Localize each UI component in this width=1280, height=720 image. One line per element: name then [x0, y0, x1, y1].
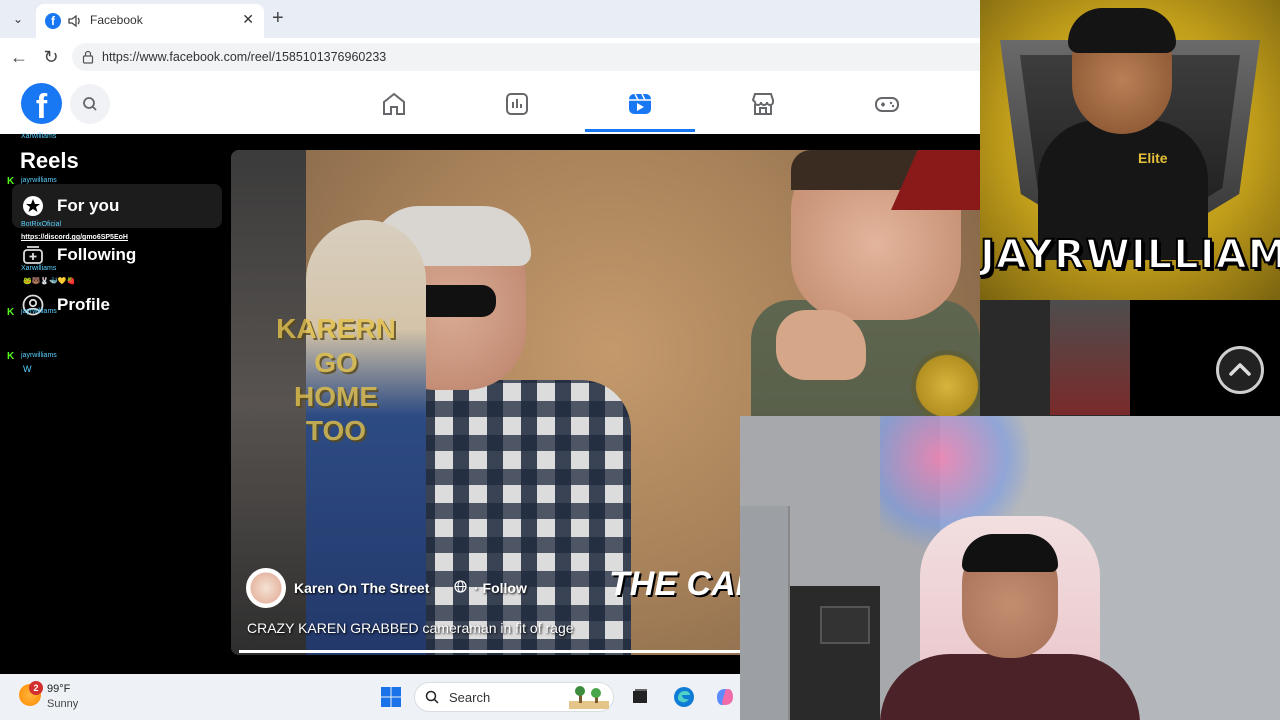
active-tab-indicator [585, 129, 695, 132]
chat-username: BotRixOficial [21, 221, 62, 228]
sidebar-item-label: Profile [57, 295, 110, 314]
reel-caption: CRAZY KAREN GRABBED cameraman in fit of … [247, 620, 574, 636]
previous-reel-button[interactable] [1216, 346, 1264, 394]
webcam-feed [740, 416, 1280, 720]
facebook-search-button[interactable] [70, 84, 110, 124]
marketplace-icon[interactable] [749, 90, 777, 118]
chat-username: Xarwilliams [21, 265, 57, 272]
logo-brand: Elite [1138, 150, 1168, 166]
reels-sidebar: Reels For you Following Profile [0, 134, 230, 674]
following-icon [23, 246, 43, 264]
weather-badge: 2 [29, 681, 43, 695]
tab-close-icon[interactable]: ✕ [242, 11, 254, 28]
chat-message: 🐸🐻🐰🐳💛🍓 [23, 278, 76, 285]
streamer-logo-overlay: Elite JAYRWILLIAMS [980, 0, 1280, 300]
video-sheriff-badge [911, 350, 980, 422]
refresh-icon[interactable]: ↻ [40, 47, 62, 68]
kick-icon: K [7, 351, 15, 362]
chat-message: https://discord.gg/gmo6SP5EoH [21, 234, 128, 241]
webcam-person-hair [962, 534, 1058, 572]
next-reel-thumbnail[interactable] [1050, 300, 1130, 415]
facebook-logo[interactable]: f [21, 83, 62, 126]
browser-toolbar: ← ↻ https://www.facebook.com/reel/158510… [0, 38, 992, 76]
site-info-icon[interactable] [82, 50, 94, 64]
new-tab-icon[interactable]: + [272, 7, 284, 30]
author-name[interactable]: Karen On The Street [294, 580, 429, 596]
follow-button[interactable]: · Follow [474, 580, 527, 596]
sidebar-item-label: Following [57, 245, 137, 264]
taskbar-search[interactable]: Search [414, 682, 614, 712]
chat-username: jayrwilliams [21, 352, 57, 359]
home-icon[interactable] [380, 90, 408, 118]
reels-title: Reels [20, 148, 79, 173]
facebook-header: f [0, 76, 980, 134]
tab-list-dropdown-icon[interactable]: ⌄ [8, 9, 28, 29]
sidebar-item-profile[interactable]: Profile [12, 283, 222, 327]
video-overlay-text: KARERN GO HOME TOO [276, 313, 396, 446]
search-icon [83, 97, 97, 111]
video-hand [776, 310, 866, 380]
sidebar-item-label: For you [57, 196, 120, 215]
video-progress-fill [239, 650, 743, 653]
kick-icon: K [7, 176, 15, 187]
logo-avatar-hair [1068, 8, 1176, 53]
windows-taskbar: 2 99°F Sunny Search [0, 674, 740, 720]
search-highlight-icon [569, 686, 609, 709]
chat-username: jayrwilliams [21, 177, 57, 184]
copilot-icon[interactable] [713, 685, 737, 709]
kick-icon: K [7, 307, 15, 318]
gaming-icon[interactable] [873, 90, 901, 118]
pages-icon[interactable] [503, 90, 531, 118]
chat-username: jayrwilliams [21, 308, 57, 315]
taskbar-search-label: Search [449, 690, 491, 705]
chat-message: W [23, 364, 32, 374]
tab-facebook[interactable]: f Facebook ✕ [36, 4, 264, 38]
author-avatar[interactable] [246, 568, 286, 608]
reels-icon[interactable] [626, 90, 654, 118]
globe-icon [454, 580, 467, 593]
webcam-picture-frame [820, 606, 870, 644]
weather-temperature[interactable]: 99°F [47, 683, 70, 695]
task-view-icon[interactable] [628, 685, 652, 709]
back-icon[interactable]: ← [8, 47, 30, 68]
url-text: https://www.facebook.com/reel/1585101376… [102, 50, 387, 64]
edge-browser-icon[interactable] [672, 685, 696, 709]
star-icon [23, 196, 43, 216]
screen: ⌄ f Facebook ✕ + ← ↻ https://www.faceboo… [0, 0, 1280, 720]
speaker-icon[interactable] [66, 12, 84, 30]
windows-start-icon[interactable] [380, 686, 402, 708]
address-bar[interactable]: https://www.facebook.com/reel/1585101376… [72, 43, 992, 71]
webcam-person-shirt [880, 654, 1140, 720]
logo-streamer-name: JAYRWILLIAMS [980, 231, 1280, 279]
weather-condition: Sunny [47, 698, 79, 710]
facebook-favicon-icon: f [45, 13, 61, 29]
webcam-door [740, 506, 790, 720]
tab-title: Facebook [90, 13, 143, 27]
search-icon [425, 690, 439, 704]
chat-username: Xarwilliams [21, 133, 57, 140]
browser-tabbar: ⌄ f Facebook ✕ + [0, 0, 980, 38]
